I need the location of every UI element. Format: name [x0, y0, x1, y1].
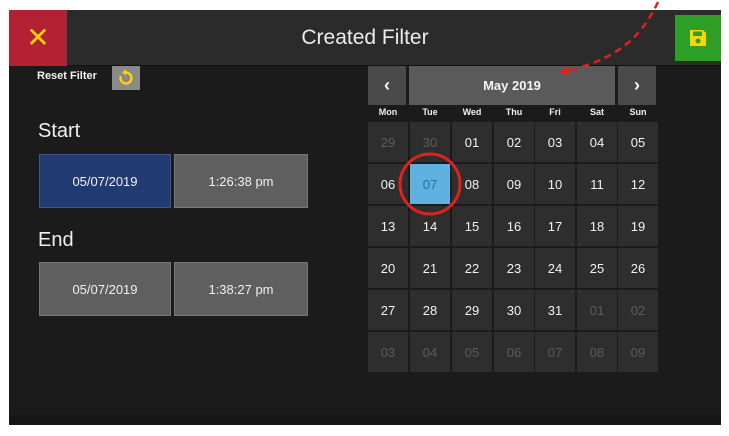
weekday-label: Thu: [505, 107, 523, 117]
close-button[interactable]: ✕: [9, 10, 67, 66]
reset-icon: [119, 69, 133, 85]
month-label[interactable]: May 2019: [409, 66, 615, 105]
end-time-field[interactable]: 1:38:27 pm: [174, 262, 308, 316]
calendar-day[interactable]: 30: [410, 122, 450, 162]
calendar-day[interactable]: 03: [368, 332, 408, 372]
calendar-day[interactable]: 25: [577, 248, 617, 288]
calendar-day[interactable]: 07: [535, 332, 575, 372]
calendar-day[interactable]: 09: [618, 332, 658, 372]
calendar-day[interactable]: 24: [535, 248, 575, 288]
calendar-day[interactable]: 21: [410, 248, 450, 288]
calendar-day[interactable]: 01: [577, 290, 617, 330]
calendar-day[interactable]: 02: [494, 122, 534, 162]
calendar-day[interactable]: 02: [618, 290, 658, 330]
end-date-field[interactable]: 05/07/2019: [39, 262, 171, 316]
reset-filter-button[interactable]: [112, 66, 140, 90]
calendar-day[interactable]: 26: [618, 248, 658, 288]
chevron-left-icon: ‹: [384, 75, 390, 95]
save-icon: [690, 30, 706, 46]
calendar-day[interactable]: 12: [618, 164, 658, 204]
calendar-day[interactable]: 13: [368, 206, 408, 246]
chevron-right-icon: ›: [634, 75, 640, 95]
calendar-grid: 29 30 01 02 03 04 05 06 07 08 09 10 11 12 13 14 15 16 17 18…: [368, 122, 660, 372]
calendar-day[interactable]: 29: [452, 290, 492, 330]
calendar-day[interactable]: 27: [368, 290, 408, 330]
previous-month-button[interactable]: ‹: [368, 66, 406, 105]
calendar-day[interactable]: 06: [368, 164, 408, 204]
calendar-day[interactable]: 09: [494, 164, 534, 204]
calendar-day-selected[interactable]: 07: [410, 164, 450, 204]
weekday-label: Mon: [378, 107, 398, 117]
calendar-day[interactable]: 18: [577, 206, 617, 246]
start-date-field[interactable]: 05/07/2019: [39, 154, 171, 208]
calendar-day[interactable]: 04: [577, 122, 617, 162]
close-icon: ✕: [26, 21, 50, 54]
start-label: Start: [38, 120, 81, 142]
calendar-day[interactable]: 16: [494, 206, 534, 246]
end-label: End: [38, 229, 74, 251]
calendar-header: ‹ May 2019 ›: [368, 66, 660, 105]
calendar-day[interactable]: 11: [577, 164, 617, 204]
calendar-day[interactable]: 23: [494, 248, 534, 288]
calendar-day[interactable]: 03: [535, 122, 575, 162]
next-month-button[interactable]: ›: [618, 66, 656, 105]
calendar-day[interactable]: 28: [410, 290, 450, 330]
weekday-label: Wed: [462, 107, 482, 117]
weekday-label: Fri: [549, 107, 561, 117]
calendar-day[interactable]: 05: [452, 332, 492, 372]
save-button[interactable]: [675, 15, 721, 61]
top-bar: ✕ Created Filter: [9, 10, 721, 66]
weekday-label: Sat: [589, 107, 604, 117]
calendar-day[interactable]: 30: [494, 290, 534, 330]
calendar-day[interactable]: 17: [535, 206, 575, 246]
calendar-day[interactable]: 08: [577, 332, 617, 372]
calendar-day[interactable]: 15: [452, 206, 492, 246]
calendar-day[interactable]: 04: [410, 332, 450, 372]
filter-screen: ✕ Created Filter Reset Filter Start 05/0…: [9, 10, 721, 425]
calendar-day[interactable]: 22: [452, 248, 492, 288]
reset-filter-label: Reset Filter: [37, 70, 97, 82]
calendar-day[interactable]: 14: [410, 206, 450, 246]
calendar-day[interactable]: 05: [618, 122, 658, 162]
weekday-header-row: Mon Tue Wed Thu Fri Sat Sun: [368, 107, 660, 120]
calendar-day[interactable]: 08: [452, 164, 492, 204]
calendar-day[interactable]: 31: [535, 290, 575, 330]
calendar-day[interactable]: 01: [452, 122, 492, 162]
bottom-strip: [9, 415, 721, 425]
weekday-label: Sun: [629, 107, 647, 117]
weekday-label: Tue: [422, 107, 438, 117]
calendar-day[interactable]: 20: [368, 248, 408, 288]
page-title: Created Filter: [301, 26, 429, 49]
start-time-field[interactable]: 1:26:38 pm: [174, 154, 308, 208]
calendar-day[interactable]: 06: [494, 332, 534, 372]
calendar-day[interactable]: 19: [618, 206, 658, 246]
calendar-day[interactable]: 10: [535, 164, 575, 204]
calendar-day[interactable]: 29: [368, 122, 408, 162]
